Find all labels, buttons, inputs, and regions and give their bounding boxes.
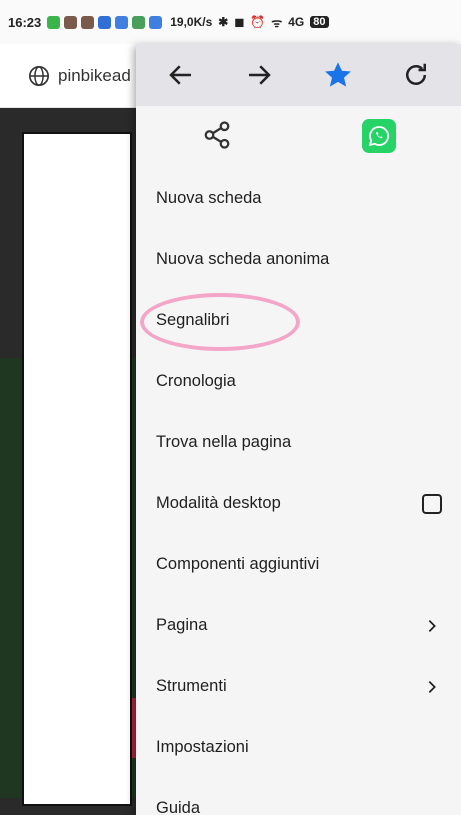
status-bar: 16:23 19,0K/s ✱ ◼ ⏰ ᯤ 4G 80	[0, 0, 461, 44]
toggle-icon: ◼	[234, 15, 245, 29]
desktop-mode-checkbox[interactable]	[421, 493, 443, 515]
menu-item-impostazioni[interactable]: Impostazioni	[136, 717, 461, 778]
menu-item-label: Impostazioni	[156, 738, 249, 756]
whatsapp-glyph	[368, 126, 390, 147]
chevron-right-icon	[421, 615, 443, 637]
status-time: 16:23	[8, 14, 42, 30]
bookmark-button[interactable]	[318, 55, 358, 95]
app-notification-icon	[132, 15, 146, 29]
menu-item-pagina[interactable]: Pagina	[136, 595, 461, 656]
forward-button[interactable]	[239, 55, 279, 95]
menu-item-strumenti[interactable]: Strumenti	[136, 656, 461, 717]
menu-toolbar	[136, 44, 461, 106]
alarm-icon: ⏰	[250, 15, 266, 29]
bluetooth-icon: ✱	[218, 15, 229, 29]
app-notification-icon	[98, 15, 112, 29]
menu-item-trova-nella-pagina[interactable]: Trova nella pagina	[136, 412, 461, 473]
status-indicators: 19,0K/s ✱ ◼ ⏰ ᯤ 4G 80	[170, 14, 329, 31]
arrow-right-icon	[249, 65, 272, 85]
globe-icon	[29, 65, 49, 86]
menu-item-label: Componenti aggiuntivi	[156, 555, 320, 573]
app-notification-icon	[47, 15, 61, 29]
menu-item-nuova-scheda[interactable]: Nuova scheda	[136, 168, 461, 229]
menu-item-nuova-scheda-anonima[interactable]: Nuova scheda anonima	[136, 229, 461, 290]
menu-item-cronologia[interactable]: Cronologia	[136, 351, 461, 412]
menu-item-label: Trova nella pagina	[156, 433, 292, 451]
reload-button[interactable]	[396, 55, 436, 95]
url-text: pinbikead	[58, 65, 131, 85]
page-card	[22, 132, 132, 806]
menu-item-label: Nuova scheda anonima	[156, 250, 330, 268]
menu-item-componenti-aggiuntivi[interactable]: Componenti aggiuntivi	[136, 534, 461, 595]
whatsapp-icon[interactable]	[362, 119, 396, 153]
network-speed: 19,0K/s	[170, 15, 213, 29]
app-notification-icon	[149, 15, 163, 29]
menu-item-label: Strumenti	[156, 677, 227, 695]
app-notification-icon	[64, 15, 78, 29]
menu-item-label: Pagina	[156, 616, 208, 634]
checkbox-icon	[422, 493, 442, 514]
menu-item-label: Modalità desktop	[156, 494, 281, 512]
arrow-left-icon	[169, 65, 192, 85]
battery-level: 80	[310, 16, 329, 28]
back-button[interactable]	[161, 55, 201, 95]
menu-item-segnalibri[interactable]: Segnalibri	[136, 290, 461, 351]
chevron-right-icon	[421, 676, 443, 698]
refresh-icon	[405, 63, 426, 85]
signal-icon: ᯤ	[271, 15, 283, 30]
menu-item-label: Nuova scheda	[156, 189, 262, 207]
notification-icons	[47, 15, 163, 29]
app-notification-icon	[115, 15, 129, 29]
menu-item-guida[interactable]: Guida	[136, 778, 461, 815]
menu-share-row	[136, 110, 461, 162]
network-type: 4G	[288, 15, 305, 29]
browser-menu: Nuova scheda Nuova scheda anonima Segnal…	[136, 44, 461, 815]
menu-item-label: Guida	[156, 799, 201, 815]
menu-item-label: Segnalibri	[156, 311, 230, 329]
menu-item-label: Cronologia	[156, 372, 236, 390]
app-notification-icon	[81, 15, 95, 29]
menu-items: Nuova scheda Nuova scheda anonima Segnal…	[136, 168, 461, 815]
share-icon[interactable]	[202, 120, 232, 150]
star-icon	[324, 62, 351, 87]
menu-item-modalita-desktop[interactable]: Modalità desktop	[136, 473, 461, 534]
